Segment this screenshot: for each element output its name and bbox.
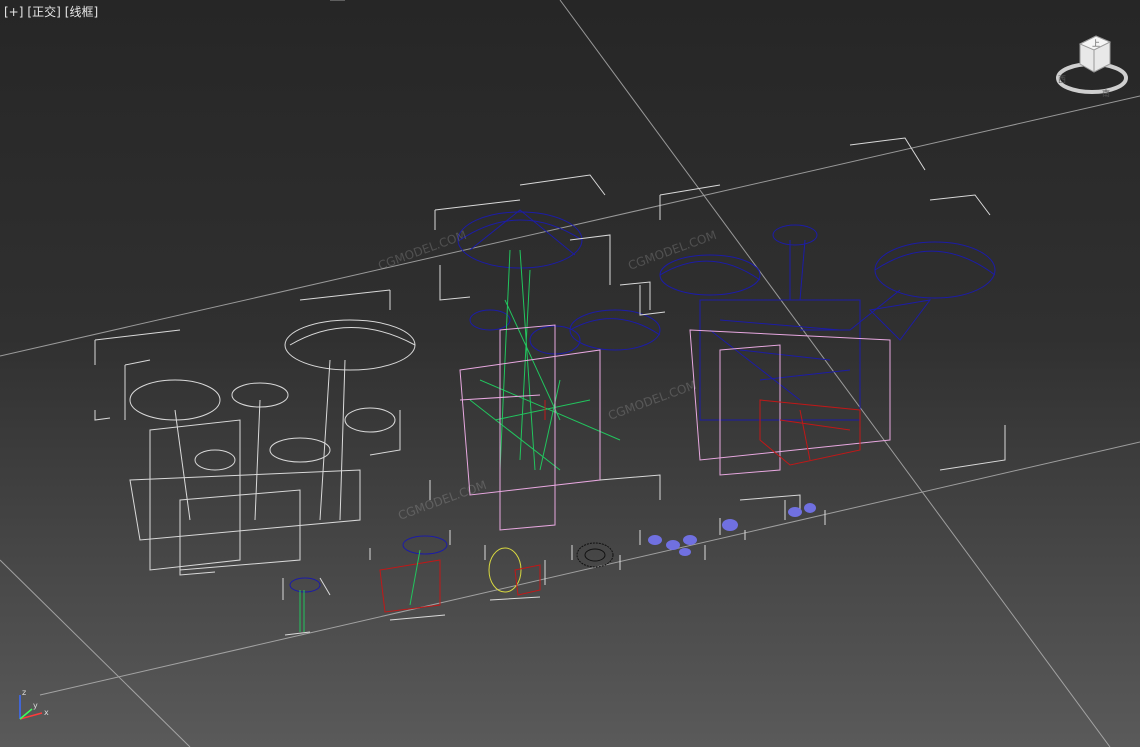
axis-y-label: y <box>33 701 38 710</box>
shading-mode-button[interactable]: [线框] <box>65 4 98 20</box>
viewport-menu-button[interactable]: [+] <box>4 4 23 20</box>
svg-text:CGMODEL.COM: CGMODEL.COM <box>396 478 488 523</box>
scene-canvas[interactable]: CGMODEL.COM CGMODEL.COM CGMODEL.COM CGMO… <box>0 0 1140 747</box>
small-props-row <box>282 500 826 636</box>
view-mode-button[interactable]: [正交] <box>27 4 60 20</box>
viewcube-face-label: 上 <box>1092 39 1100 48</box>
watermark: CGMODEL.COM CGMODEL.COM CGMODEL.COM CGMO… <box>376 228 718 523</box>
svg-text:CGMODEL.COM: CGMODEL.COM <box>376 228 468 273</box>
svg-text:CGMODEL.COM: CGMODEL.COM <box>626 228 718 273</box>
prop-yellow-cluster <box>484 545 546 601</box>
viewcube[interactable]: 上 西 南 <box>1052 30 1132 100</box>
right-mushroom-cluster <box>639 137 1006 515</box>
white-mushroom-cluster <box>94 289 431 576</box>
prop-small-mushroom <box>282 577 331 636</box>
axis-z-label: z <box>22 688 26 697</box>
prop-purple-stones <box>648 503 816 556</box>
ground-grid <box>0 0 1140 747</box>
svg-text:CGMODEL.COM: CGMODEL.COM <box>606 378 698 423</box>
axis-x-label: x <box>44 708 49 717</box>
center-mushroom-cluster <box>434 174 661 531</box>
viewcube-compass-south: 南 <box>1102 88 1110 98</box>
prop-red-cluster <box>369 530 451 621</box>
prop-black-cluster <box>571 542 621 570</box>
viewcube-compass-west: 西 <box>1058 75 1066 84</box>
axis-gizmo: z x y <box>19 688 49 720</box>
viewport-perspective[interactable]: [+] [正交] [线框] CGMODEL.COM CGMODEL.COM CG… <box>0 0 1140 747</box>
viewport-label: [+] [正交] [线框] <box>4 4 98 20</box>
